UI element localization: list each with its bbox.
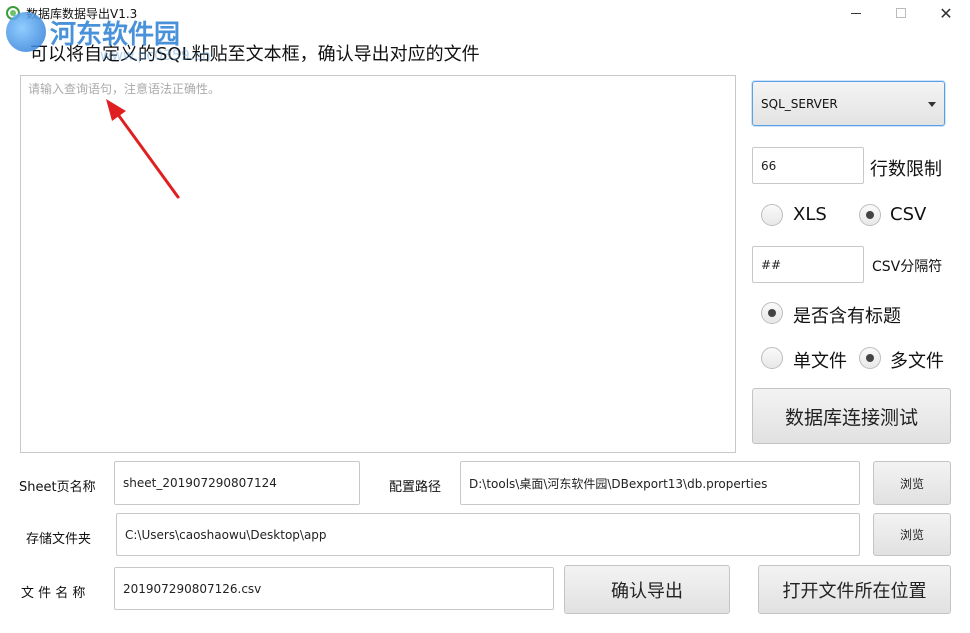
db-type-value: SQL_SERVER	[761, 96, 838, 111]
chevron-down-icon	[928, 102, 936, 107]
multi-file-label: 多文件	[890, 351, 944, 372]
file-name-input[interactable]: 201907290807126.csv	[114, 567, 554, 610]
multi-file-radio[interactable]	[859, 347, 881, 369]
sheet-name-input[interactable]: sheet_201907290807124	[114, 461, 360, 505]
watermark: 河东软件园	[6, 12, 180, 52]
file-name-label: 文 件 名 称	[21, 586, 86, 601]
browse-folder-button[interactable]: 浏览	[873, 513, 951, 556]
close-icon: ✕	[939, 3, 953, 23]
xls-radio[interactable]	[761, 204, 783, 226]
config-path-label: 配置路径	[389, 480, 442, 495]
db-type-select[interactable]: SQL_SERVER	[752, 81, 945, 126]
csv-separator-label: CSV分隔符	[872, 259, 943, 275]
save-folder-input[interactable]: C:\Users\caoshaowu\Desktop\app	[116, 513, 860, 556]
sheet-name-label: Sheet页名称	[19, 480, 96, 495]
open-file-location-button[interactable]: 打开文件所在位置	[758, 565, 951, 614]
include-header-radio[interactable]	[761, 302, 783, 324]
csv-label: CSV	[890, 204, 927, 225]
single-file-label: 单文件	[793, 351, 847, 372]
include-header-label: 是否含有标题	[793, 306, 901, 327]
save-folder-label: 存储文件夹	[26, 532, 92, 547]
row-limit-input[interactable]: 66	[752, 147, 864, 184]
watermark-url: www.pc0359.cn	[100, 48, 211, 64]
maximize-icon	[896, 8, 906, 18]
watermark-site-name: 河东软件园	[50, 19, 181, 50]
config-path-input[interactable]: D:\tools\桌面\河东软件园\DBexport13\db.properti…	[460, 461, 860, 505]
maximize-button[interactable]	[878, 0, 924, 26]
annotation-arrow-icon	[106, 99, 180, 199]
xls-label: XLS	[793, 204, 827, 225]
watermark-logo	[6, 12, 46, 52]
csv-radio[interactable]	[859, 204, 881, 226]
test-connection-button[interactable]: 数据库连接测试	[752, 388, 951, 444]
csv-separator-input[interactable]: ##	[752, 246, 864, 283]
minimize-icon	[851, 12, 861, 14]
minimize-button[interactable]	[833, 0, 879, 26]
browse-config-button[interactable]: 浏览	[873, 461, 951, 505]
row-limit-label: 行数限制	[870, 159, 942, 180]
close-button[interactable]: ✕	[923, 0, 969, 26]
single-file-radio[interactable]	[761, 347, 783, 369]
confirm-export-button[interactable]: 确认导出	[564, 565, 730, 614]
